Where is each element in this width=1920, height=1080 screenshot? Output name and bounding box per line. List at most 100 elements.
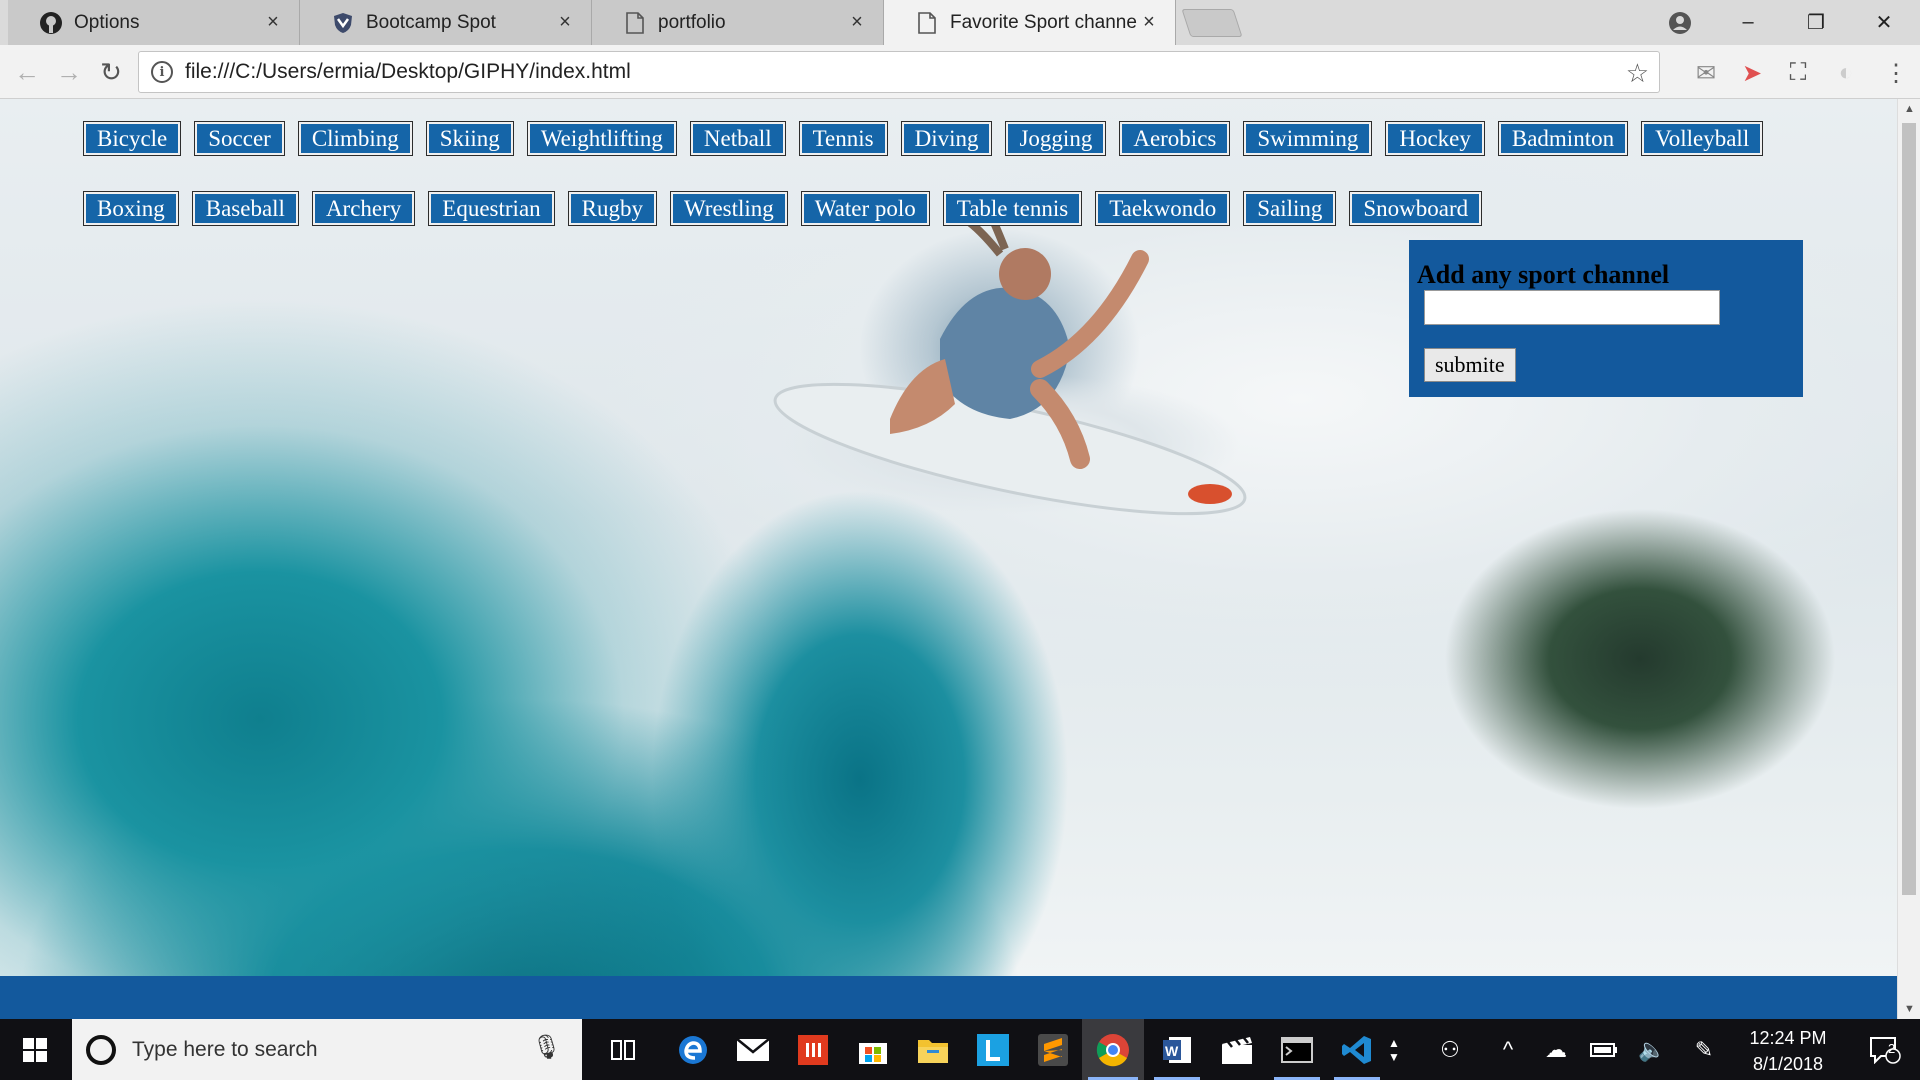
close-icon[interactable]: × (553, 11, 577, 34)
tab-label: Options (74, 11, 140, 33)
profile-icon[interactable] (1646, 0, 1714, 45)
surfer-image (773, 219, 1247, 516)
sport-button[interactable]: Tennis (798, 121, 888, 156)
taskbar-search[interactable]: Type here to search 🎙 (72, 1019, 582, 1080)
mail-extension-icon[interactable]: ✉ (1690, 57, 1722, 89)
sport-channel-input[interactable] (1424, 290, 1720, 325)
file-explorer-icon[interactable] (904, 1019, 962, 1080)
sport-button[interactable]: Boxing (83, 191, 179, 226)
clock[interactable]: 12:24 PM 8/1/2018 (1728, 1025, 1848, 1077)
scrollbar-thumb[interactable] (1902, 123, 1916, 895)
sport-button[interactable]: Jogging (1005, 121, 1107, 156)
vscode-icon[interactable] (1328, 1019, 1386, 1080)
sport-button[interactable]: Bicycle (82, 121, 182, 156)
tab-label: portfolio (658, 11, 726, 33)
sport-button[interactable]: Aerobics (1119, 121, 1231, 156)
sport-button[interactable]: Sailing (1243, 191, 1337, 226)
cortana-icon (86, 1034, 116, 1065)
close-icon[interactable]: × (845, 11, 869, 34)
search-placeholder: Type here to search (132, 1037, 318, 1061)
sport-button[interactable]: Netball (689, 121, 786, 156)
task-view-icon[interactable] (594, 1019, 652, 1080)
notification-center-icon[interactable]: 2 (1850, 1019, 1920, 1080)
sport-button[interactable]: Water polo (800, 191, 930, 226)
tab-strip: Options × Bootcamp Spot × portfolio × Fa… (0, 0, 1920, 45)
page-icon (914, 10, 940, 36)
show-hidden-icons[interactable]: ^ (1490, 1019, 1526, 1080)
terminal-icon[interactable] (1268, 1019, 1326, 1080)
chevron-up-icon[interactable]: ▲ (1388, 1036, 1400, 1050)
tab-options[interactable]: Options × (8, 0, 300, 45)
store-icon[interactable] (844, 1019, 902, 1080)
menu-icon[interactable]: ⋮ (1880, 57, 1912, 89)
sport-button[interactable]: Badminton (1497, 121, 1629, 156)
tab-bootcamp-spot[interactable]: Bootcamp Spot × (300, 0, 592, 45)
vertical-scrollbar[interactable]: ▲ ▼ (1897, 99, 1920, 1019)
forward-icon[interactable]: → (52, 55, 86, 89)
sport-button[interactable]: Table tennis (942, 191, 1083, 226)
chrome-icon[interactable] (1082, 1019, 1144, 1080)
chevron-down-icon[interactable]: ▼ (1388, 1050, 1400, 1064)
sport-button[interactable]: Equestrian (428, 191, 555, 226)
sport-button[interactable]: Archery (311, 191, 416, 226)
info-icon[interactable]: i (151, 61, 173, 83)
bookmark-star-icon[interactable]: ☆ (1626, 58, 1649, 89)
onedrive-icon[interactable]: ☁ (1536, 1019, 1576, 1080)
sport-buttons-row-2: Boxing Baseball Archery Equestrian Rugby… (83, 191, 1483, 226)
scroll-up-icon[interactable]: ▲ (1898, 99, 1920, 119)
notification-count: 2 (1888, 1041, 1896, 1056)
page-icon (622, 10, 648, 36)
sport-button[interactable]: Diving (900, 121, 993, 156)
browser-toolbar: ← → ↻ i file:///C:/Users/ermia/Desktop/G… (0, 45, 1920, 99)
people-icon[interactable]: ⚇ (1430, 1019, 1470, 1080)
microphone-icon[interactable]: 🎙 (532, 1033, 562, 1062)
sport-buttons-row-1: Bicycle Soccer Climbing Skiing Weightlif… (82, 121, 1764, 156)
reload-icon[interactable]: ↻ (94, 55, 128, 89)
sport-button[interactable]: Swimming (1243, 121, 1373, 156)
submit-button[interactable]: submite (1424, 348, 1516, 382)
sport-button[interactable]: Baseball (191, 191, 299, 226)
add-channel-panel: Add any sport channel submite (1409, 240, 1803, 397)
restore-button[interactable]: ❐ (1782, 0, 1850, 45)
sport-button[interactable]: Weightlifting (526, 121, 677, 156)
sport-button[interactable]: Volleyball (1641, 121, 1764, 156)
sport-button[interactable]: Taekwondo (1095, 191, 1231, 226)
volume-icon[interactable]: 🔈 (1632, 1019, 1672, 1080)
mail-icon[interactable] (724, 1019, 782, 1080)
battery-icon[interactable] (1584, 1019, 1624, 1080)
tab-label: Favorite Sport channels (950, 11, 1137, 33)
shield-icon (330, 10, 356, 36)
close-icon[interactable]: × (261, 11, 285, 34)
edge-icon[interactable] (664, 1019, 722, 1080)
clock-date: 8/1/2018 (1752, 1054, 1824, 1074)
sport-button[interactable]: Snowboard (1349, 191, 1483, 226)
l-app-icon[interactable] (964, 1019, 1022, 1080)
tab-label: Bootcamp Spot (366, 11, 496, 33)
sport-button[interactable]: Climbing (297, 121, 413, 156)
address-url[interactable]: file:///C:/Users/ermia/Desktop/GIPHY/ind… (185, 60, 631, 84)
movies-icon[interactable] (1208, 1019, 1266, 1080)
pen-icon[interactable]: ✎ (1684, 1019, 1724, 1080)
windows-start-icon[interactable] (0, 1019, 70, 1080)
screenshot-extension-icon[interactable]: ⛶ (1782, 57, 1814, 89)
tab-portfolio[interactable]: portfolio × (592, 0, 884, 45)
word-icon[interactable]: W (1148, 1019, 1206, 1080)
office-red-icon[interactable] (784, 1019, 842, 1080)
back-icon[interactable]: ← (10, 55, 44, 89)
sport-button[interactable]: Soccer (194, 121, 285, 156)
new-tab-button[interactable] (1181, 9, 1243, 37)
sync-extension-icon[interactable]: ◐ (1830, 57, 1862, 89)
sport-button[interactable]: Wrestling (670, 191, 788, 226)
close-icon[interactable]: × (1137, 11, 1161, 34)
address-bar[interactable]: i file:///C:/Users/ermia/Desktop/GIPHY/i… (138, 51, 1660, 93)
sport-button[interactable]: Rugby (567, 191, 658, 226)
close-window-button[interactable]: ✕ (1850, 0, 1918, 45)
sport-button[interactable]: Skiing (425, 121, 514, 156)
scroll-down-icon[interactable]: ▼ (1898, 999, 1920, 1019)
minimize-button[interactable]: – (1714, 0, 1782, 45)
share-extension-icon[interactable]: ➤ (1736, 57, 1768, 89)
sport-button[interactable]: Hockey (1385, 121, 1485, 156)
taskbar-scroll-arrows[interactable]: ▲ ▼ (1382, 1019, 1406, 1080)
sublime-icon[interactable] (1024, 1019, 1082, 1080)
tab-favorite-sport-channels[interactable]: Favorite Sport channels × (884, 0, 1176, 45)
